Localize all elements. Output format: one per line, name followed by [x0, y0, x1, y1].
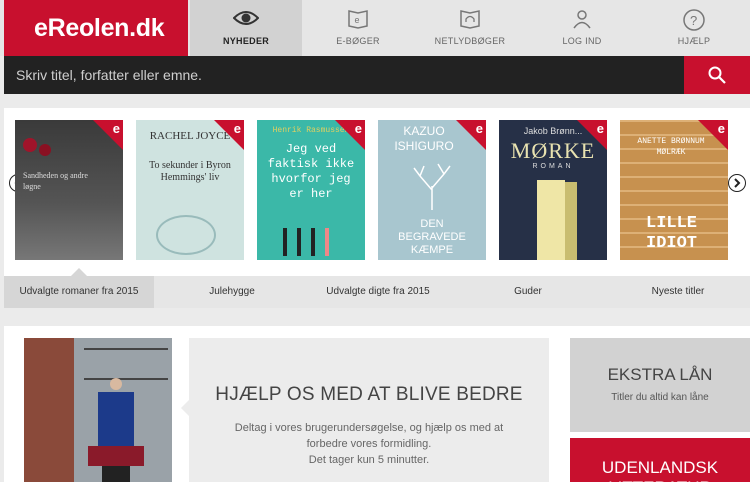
tab-julehygge[interactable]: Julehygge — [182, 276, 282, 308]
logo[interactable]: eReolen.dk — [4, 0, 188, 56]
promo-text-line: Deltag i vores brugerundersøgelse, og hj… — [234, 422, 504, 450]
logo-text: eReolen.dk — [34, 14, 165, 42]
nav-label: E-BØGER — [336, 36, 380, 46]
tab-label: Guder — [514, 286, 542, 297]
book-title: To sekunder i Byron Hemmings' liv — [149, 160, 231, 183]
nav-audiobooks[interactable]: NETLYDBØGER — [414, 0, 526, 56]
tab-label: Udvalgte romaner fra 2015 — [19, 286, 139, 297]
book-title: LILLE IDIOT — [646, 214, 698, 253]
promo-text-line: Det tager kun 5 minutter. — [308, 454, 430, 466]
tab-label: Julehygge — [209, 286, 255, 297]
ebook-badge-label: e — [717, 121, 725, 136]
book-subtitle: ROMAN — [532, 163, 574, 170]
nav-label: NYHEDER — [222, 36, 270, 46]
foreign-literature-title: UDENLANDSK LITTERATUR — [601, 458, 719, 482]
book-author: KAZUO ISHIGURO — [394, 124, 454, 153]
svg-text:?: ? — [690, 13, 697, 28]
extra-loan-title: EKSTRA LÅN — [607, 365, 713, 384]
tab-guder[interactable]: Guder — [478, 276, 578, 308]
book-cover[interactable]: Henrik Rasmussen Jeg ved faktisk ikke hv… — [257, 120, 365, 260]
promo-section: HJÆLP OS MED AT BLIVE BEDRE Deltag i vor… — [4, 326, 750, 482]
svg-text:e: e — [355, 15, 360, 25]
help-icon: ? — [683, 9, 705, 33]
top-navigation: eReolen.dk NYHEDER e E-BØGER NETLYDBØGER… — [0, 0, 750, 56]
book-cover[interactable]: KAZUO ISHIGURO DEN BEGRAVEDE KÆMPE e — [378, 120, 486, 260]
book-cover[interactable]: ANETTE BRØNNUM MØLRÆK LILLE IDIOT e — [620, 120, 728, 260]
search-button[interactable] — [684, 56, 750, 94]
ebook-icon: e — [347, 9, 369, 31]
promo-photo[interactable] — [24, 338, 172, 482]
tab-nyeste-titler[interactable]: Nyeste titler — [628, 276, 728, 308]
extra-loan-box[interactable]: EKSTRA LÅN Titler du altid kan låne — [570, 338, 750, 432]
book-cover[interactable]: Jakob Brønn... MØRKE ROMAN e — [499, 120, 607, 260]
ebook-badge-label: e — [596, 121, 604, 136]
book-cover[interactable]: Sandheden og andre løgne e — [15, 120, 123, 260]
nav-help[interactable]: ? HJÆLP — [638, 0, 750, 56]
eye-icon — [232, 9, 260, 29]
nav-nyheder[interactable]: NYHEDER — [190, 0, 302, 56]
survey-banner[interactable]: HJÆLP OS MED AT BLIVE BEDRE Deltag i vor… — [181, 338, 549, 482]
book-carousel: Sandheden og andre løgne e RACHEL JOYCE … — [4, 108, 750, 308]
tree-illustration — [413, 163, 451, 210]
search-bar — [4, 56, 750, 94]
chevron-right-icon — [734, 178, 741, 188]
tab-udvalgte-romaner[interactable]: Udvalgte romaner fra 2015 — [4, 276, 154, 308]
category-tabs: Udvalgte romaner fra 2015 Julehygge Udva… — [4, 276, 750, 308]
nav-label: LOG IND — [562, 36, 602, 46]
search-input[interactable] — [4, 56, 684, 94]
ebook-badge-label: e — [112, 121, 120, 136]
book-title: Jeg ved faktisk ikke hvorfor jeg er her — [267, 142, 355, 201]
tab-udvalgte-digte[interactable]: Udvalgte digte fra 2015 — [310, 276, 446, 308]
nav-login[interactable]: LOG IND — [526, 0, 638, 56]
tab-label: Nyeste titler — [651, 286, 705, 297]
promo-text: Deltag i vores brugerundersøgelse, og hj… — [219, 420, 519, 468]
search-icon — [708, 66, 726, 84]
book-cover[interactable]: RACHEL JOYCE To sekunder i Byron Hemming… — [136, 120, 244, 260]
promo-title: HJÆLP OS MED AT BLIVE BEDRE — [215, 384, 523, 405]
nav-label: NETLYDBØGER — [434, 36, 506, 46]
carousel-next-button[interactable] — [728, 174, 746, 192]
tab-label: Udvalgte digte fra 2015 — [326, 286, 430, 297]
foreign-literature-box[interactable]: UDENLANDSK LITTERATUR — [570, 438, 750, 482]
ebook-badge-label: e — [354, 121, 362, 136]
extra-loan-subtitle: Titler du altid kan låne — [611, 392, 709, 403]
book-title: Sandheden og andre løgne — [23, 171, 88, 191]
audiobook-icon — [459, 9, 481, 31]
nav-ebooks[interactable]: e E-BØGER — [302, 0, 414, 56]
book-title: DEN BEGRAVEDE KÆMPE — [398, 218, 466, 256]
nav-label: HJÆLP — [677, 36, 711, 46]
ebook-badge-label: e — [475, 121, 483, 136]
user-icon — [572, 9, 592, 31]
ebook-badge-label: e — [233, 121, 241, 136]
